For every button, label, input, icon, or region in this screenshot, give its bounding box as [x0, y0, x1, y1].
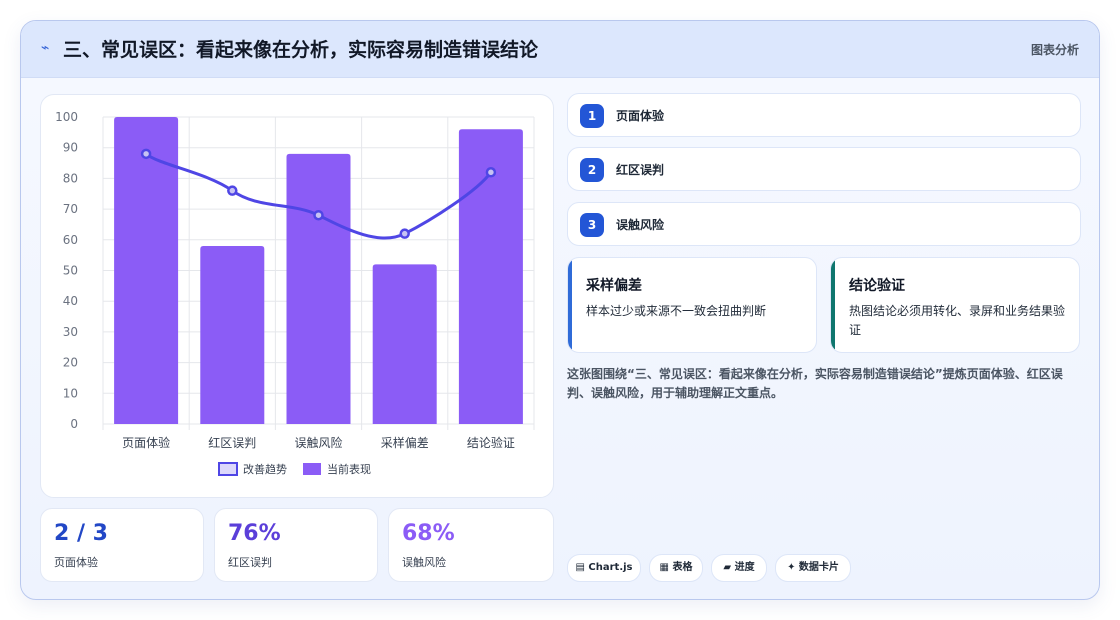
y-tick-label: 0 [70, 417, 78, 431]
x-tick-label: 红区误判 [208, 435, 256, 450]
page-title: 三、常见误区：看起来像在分析，实际容易制造错误结论 [63, 39, 539, 61]
legend-swatch-line [218, 462, 238, 476]
y-tick-label: 90 [63, 141, 78, 155]
stat-label: 误触风险 [402, 556, 446, 569]
stat-value: 76% [228, 521, 281, 546]
content-card: ⌁ 三、常见误区：看起来像在分析，实际容易制造错误结论 图表分析 0 10 20 30… [20, 20, 1100, 600]
chip-progress[interactable]: ▰ 进度 [711, 554, 767, 582]
line-point [140, 148, 152, 160]
chip-chartjs[interactable]: ▤ Chart.js [567, 554, 641, 582]
step-item-3: 3 误触风险 [567, 202, 1081, 246]
x-tick-label: 页面体验 [122, 435, 170, 450]
y-tick-label: 40 [63, 294, 78, 308]
stat-card-3: 68% 误触风险 [388, 508, 554, 582]
summary-text: 这张图围绕“三、常见误区：看起来像在分析，实际容易制造错误结论”提炼页面体验、红… [567, 367, 1063, 400]
y-tick-label: 70 [63, 202, 78, 216]
stat-label: 页面体验 [54, 556, 98, 569]
step-item-1: 1 页面体验 [567, 93, 1081, 137]
info-card-title: 采样偏差 [586, 278, 642, 294]
step-label: 红区误判 [616, 163, 665, 177]
y-tick-label: 80 [63, 171, 78, 185]
stat-label: 红区误判 [228, 556, 272, 569]
bar-mark [286, 153, 351, 424]
chip-table[interactable]: ▦ 表格 [649, 554, 703, 582]
y-tick-label: 60 [63, 233, 78, 247]
legend-swatch-bar [303, 463, 321, 475]
legend-label: 当前表现 [327, 462, 371, 476]
legend-label: 改善趋势 [243, 462, 287, 476]
info-card-text: 热图结论必须用转化、录屏和业务结果验证 [849, 304, 1066, 337]
y-tick-label: 10 [63, 386, 78, 400]
stat-card-2: 76% 红区误判 [214, 508, 378, 582]
y-tick-label: 20 [63, 356, 78, 370]
x-tick-label: 误触风险 [294, 435, 342, 450]
step-number-badge: 3 [580, 213, 604, 237]
line-point [485, 167, 497, 178]
info-card-sampling-bias: 采样偏差 样本过少或来源不一致会扭曲判断 [567, 257, 817, 353]
line-point [313, 209, 324, 221]
step-item-2: 2 红区误判 [567, 147, 1081, 191]
info-card-conclusion-check: 结论验证 热图结论必须用转化、录屏和业务结果验证 [830, 257, 1080, 353]
y-tick-label: 30 [63, 325, 78, 339]
card-header: ⌁ 三、常见误区：看起来像在分析，实际容易制造错误结论 图表分析 [21, 21, 1099, 78]
step-label: 误触风险 [616, 218, 665, 232]
x-tick-label: 结论验证 [467, 435, 515, 450]
step-number-badge: 1 [580, 104, 604, 128]
chart-panel: 0 10 20 30 40 50 60 70 80 90 100 页面体验 红区误判 误触风险 采样偏差 结论… [40, 94, 554, 498]
bar-mark [200, 245, 265, 424]
stat-card-1: 2 / 3 页面体验 [40, 508, 204, 582]
line-point [227, 185, 238, 196]
x-tick-label: 采样偏差 [381, 435, 429, 450]
accent-bar [831, 258, 835, 352]
info-card-title: 结论验证 [849, 278, 905, 294]
info-card-text: 样本过少或来源不一致会扭曲判断 [586, 304, 767, 318]
header-tag: 图表分析 [1030, 43, 1079, 57]
line-point [399, 228, 410, 239]
bar-mark [372, 264, 437, 424]
combo-chart: 0 10 20 30 40 50 60 70 80 90 100 页面体验 红区误判 误触风险 采样偏差 结论… [55, 110, 535, 476]
bolt-icon: ⌁ [41, 40, 50, 56]
y-tick-label: 100 [55, 110, 78, 124]
chip-data-card[interactable]: ✦ 数据卡片 [775, 554, 851, 582]
step-number-badge: 2 [580, 158, 604, 182]
stat-value: 68% [402, 521, 455, 546]
accent-bar [568, 258, 572, 352]
stat-value: 2 / 3 [54, 521, 108, 546]
step-label: 页面体验 [616, 109, 665, 123]
y-tick-label: 50 [63, 264, 78, 278]
